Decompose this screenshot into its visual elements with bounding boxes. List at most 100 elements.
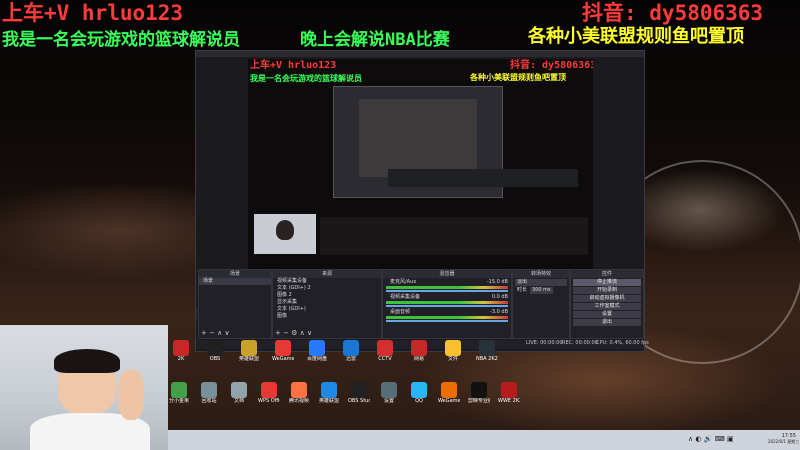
preview-overlay-rules: 各种小美联盟规则鱼吧置顶 xyxy=(470,73,566,82)
desktop-icon[interactable]: WeGame xyxy=(438,382,460,404)
desktop-icon[interactable]: OBS xyxy=(204,340,226,362)
desktop-icon[interactable]: 分小金果 xyxy=(168,382,190,404)
start-recording-button[interactable]: 开始录制 xyxy=(573,287,641,294)
desktop-icon-label: QQ xyxy=(415,398,423,404)
obs-preview-canvas[interactable]: 上车+V hrluo123 抖音: dy5806363 我是一名会玩游戏的篮球解… xyxy=(248,59,593,291)
desktop-icon-label: 剪映专业版 xyxy=(468,398,490,404)
transitions-dock: 转场特效 淡出 时长 300 ms xyxy=(512,269,570,339)
overlay-douyin-text: 抖音: dy5806363 xyxy=(582,1,764,25)
desktop-icon[interactable]: 腾讯视频 xyxy=(288,382,310,404)
stop-streaming-button[interactable]: 停止推流 xyxy=(573,279,641,286)
preview-person-head xyxy=(276,220,294,240)
preview-nested-canvas xyxy=(359,99,477,177)
desktop-icons-row-2: 分小金果 回收站 文档 WPS Office 腾讯视频 英雄联盟 OBS Studio 设置 Q… xyxy=(168,382,528,412)
source-item[interactable]: 文本 (GDI+) xyxy=(273,306,381,313)
preview-overlay-intro: 我是一名会玩游戏的篮球解说员 xyxy=(250,74,362,83)
app-icon xyxy=(321,382,337,398)
tray-icons[interactable]: ∧ ◐ 🔊 ⌨ ▣ xyxy=(688,436,734,443)
transition-duration-input[interactable]: 300 ms xyxy=(530,287,553,294)
mixer-volume-slider[interactable] xyxy=(386,305,508,307)
transition-select[interactable]: 淡出 xyxy=(515,279,567,286)
desktop-icon-label: CCTV xyxy=(378,356,392,362)
obs-window[interactable]: 上车+V hrluo123 抖音: dy5806363 我是一名会玩游戏的篮球解… xyxy=(195,50,649,352)
app-icon xyxy=(173,340,189,356)
app-icon xyxy=(207,340,223,356)
mixer-track-name: 桌面音频 xyxy=(390,309,411,315)
app-icon xyxy=(411,382,427,398)
desktop-icon[interactable]: 设置 xyxy=(378,382,400,404)
desktop-icon-label: 分小金果 xyxy=(168,398,189,404)
desktop-icon[interactable]: OBS Studio xyxy=(348,382,370,404)
start-virtual-camera-button[interactable]: 启动虚拟摄像机 xyxy=(573,295,641,302)
app-icon xyxy=(201,382,217,398)
preview-overlay-douyin: 抖音: dy5806363 xyxy=(510,60,593,71)
desktop-icon[interactable]: WeGame xyxy=(272,340,294,362)
desktop-icon[interactable]: WPS Office xyxy=(258,382,280,404)
source-item[interactable]: 图像 2 xyxy=(273,292,381,299)
source-item[interactable]: 显示采集 xyxy=(273,299,381,306)
sources-dock: 来源 视频采集设备 文本 (GDI+) 2 图像 2 显示采集 文本 (GDI+… xyxy=(272,269,382,339)
overlay-nba-text: 晚上会解说NBA比赛 xyxy=(300,30,450,50)
app-icon xyxy=(471,382,487,398)
desktop-icon-label: WPS Office xyxy=(258,398,280,404)
taskbar-clock[interactable]: 17:55 2022/6/1 星期三 xyxy=(768,433,799,445)
app-icon xyxy=(381,382,397,398)
taskbar: 17:55 2022/6/1 星期三 ∧ ◐ 🔊 ⌨ ▣ xyxy=(168,430,800,450)
mixer-dock-title: 混音器 xyxy=(383,270,511,278)
overlay-intro-text: 我是一名会玩游戏的篮球解说员 xyxy=(2,30,240,50)
desktop-icon-label: 2K xyxy=(177,356,185,362)
streamer-hand xyxy=(118,370,144,420)
source-item[interactable]: 视频采集设备 xyxy=(273,278,381,285)
transitions-dock-title: 转场特效 xyxy=(513,270,569,278)
status-live-time: LIVE: 00:00:00 xyxy=(526,340,563,346)
desktop-icon[interactable]: 百度网盘 xyxy=(306,340,328,362)
desktop-icon[interactable]: 2K xyxy=(170,340,192,362)
status-rec-time: REC: 00:00:00 xyxy=(562,340,598,346)
desktop-icon[interactable]: 英雄联盟 xyxy=(318,382,340,404)
studio-mode-button[interactable]: 工作室模式 xyxy=(573,303,641,310)
app-icon xyxy=(261,382,277,398)
app-icon xyxy=(231,382,247,398)
controls-dock-title: 控件 xyxy=(571,270,643,278)
scene-item[interactable]: 场景 xyxy=(199,278,271,285)
exit-button[interactable]: 退出 xyxy=(573,319,641,326)
desktop-icon[interactable]: CCTV xyxy=(374,340,396,362)
source-item[interactable]: 文本 (GDI+) 2 xyxy=(273,285,381,292)
desktop-icon-label: 网易 xyxy=(413,356,424,362)
desktop-icon-label: 文件 xyxy=(447,356,458,362)
desktop-icon[interactable]: WWE 2K22 xyxy=(498,382,520,404)
desktop-icon[interactable]: 文件 xyxy=(442,340,464,362)
desktop-icon-label: OBS xyxy=(209,356,221,362)
mixer-volume-meter xyxy=(386,301,508,304)
settings-button[interactable]: 设置 xyxy=(573,311,641,318)
source-item[interactable]: 图像 xyxy=(273,313,381,320)
mixer-track: 麦克风/Aux -15.0 dB xyxy=(383,278,511,293)
scene-add-remove-controls[interactable]: + − ∧ ∨ xyxy=(201,329,230,337)
mixer-volume-meter xyxy=(386,286,508,289)
desktop-icon-label: 文档 xyxy=(233,398,244,404)
app-icon xyxy=(343,340,359,356)
mixer-volume-slider[interactable] xyxy=(386,290,508,292)
mixer-volume-meter xyxy=(386,316,508,319)
mixer-volume-slider[interactable] xyxy=(386,320,508,322)
overlay-rules-text: 各种小美联盟规则鱼吧置顶 xyxy=(528,26,744,47)
source-add-remove-controls[interactable]: + − ⚙ ∧ ∨ xyxy=(275,329,312,337)
desktop-icon[interactable]: 文档 xyxy=(228,382,250,404)
overlay-wechat-text: 上车+V hrluo123 xyxy=(2,1,184,25)
desktop-icon[interactable]: 剪映专业版 xyxy=(468,382,490,404)
desktop-icon-label: 英雄联盟 xyxy=(238,356,259,362)
desktop-icon[interactable]: 迅雷 xyxy=(340,340,362,362)
obs-titlebar[interactable] xyxy=(196,51,644,57)
mixer-track-name: 麦克风/Aux xyxy=(390,279,417,285)
scenes-dock: 场景 场景 + − ∧ ∨ xyxy=(198,269,272,339)
desktop-icon[interactable]: QQ xyxy=(408,382,430,404)
app-icon xyxy=(291,382,307,398)
app-icon xyxy=(411,340,427,356)
desktop-icon[interactable]: 回收站 xyxy=(198,382,220,404)
desktop-icon[interactable]: 网易 xyxy=(408,340,430,362)
desktop-icon[interactable]: NBA 2K22 xyxy=(476,340,498,362)
preview-overlay-wechat: 上车+V hrluo123 xyxy=(250,60,337,71)
desktop-icon[interactable]: 英雄联盟 xyxy=(238,340,260,362)
preview-nested-mixer xyxy=(388,169,578,187)
controls-dock: 控件 停止推流 开始录制 启动虚拟摄像机 工作室模式 设置 退出 xyxy=(570,269,644,339)
